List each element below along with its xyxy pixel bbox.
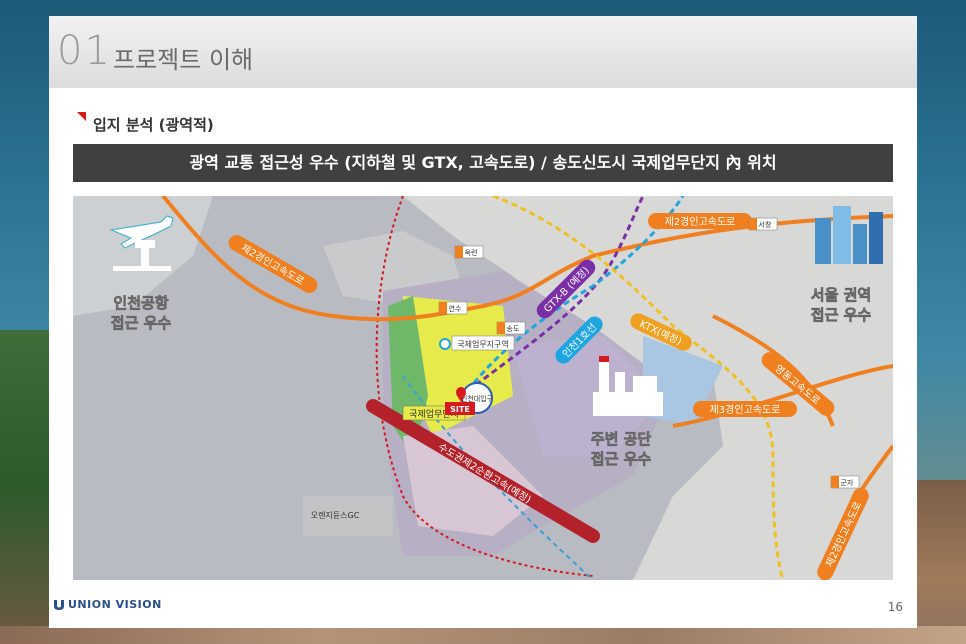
- seoul-callout-line2: 접근 우수: [811, 306, 872, 324]
- industrial-callout-line1: 주변 공단: [591, 430, 652, 448]
- expressway-2-top-pill: 제2경인고속도로: [648, 213, 752, 229]
- section-number: 01: [57, 28, 112, 74]
- ic-label-5: 군자: [841, 478, 854, 487]
- univ-station-label: 인천대입구: [461, 394, 494, 403]
- location-map: 수도권제2순환고속(예정) 제2경인고속도로 제2경인고속도로 제3경인고속도로…: [73, 196, 893, 580]
- industrial-callout-line2: 접근 우수: [591, 450, 652, 468]
- subtitle-marker-icon: [77, 112, 86, 121]
- airport-callout-line1: 인천공항: [113, 294, 168, 312]
- map-svg: 수도권제2순환고속(예정) 제2경인고속도로 제2경인고속도로 제3경인고속도로…: [73, 196, 893, 580]
- background-ground: [0, 626, 966, 644]
- ic-label-2: 연수: [449, 305, 462, 313]
- company-logo-text: UNION VISION: [68, 598, 162, 611]
- union-logo-icon: [54, 599, 64, 610]
- ic-marker-4: 서창: [748, 217, 778, 231]
- ic-marker-2: 연수: [438, 301, 468, 315]
- ic-marker-5: 군자: [830, 475, 860, 489]
- airport-callout-line2: 접근 우수: [111, 314, 172, 332]
- ibd-station-label: 국제업무지구역: [457, 339, 509, 349]
- golf-label: 오렌지듄스GC: [311, 510, 360, 520]
- ic-marker-1: 옥련: [454, 245, 484, 259]
- ic-label-3: 송도: [507, 325, 520, 333]
- ic-marker-3: 송도: [496, 321, 526, 335]
- site-label: SITE: [450, 405, 470, 414]
- headline-banner: 광역 교통 접근성 우수 (지하철 및 GTX, 고속도로) / 송도신도시 국…: [73, 144, 893, 182]
- subtitle: 입지 분석 (광역적): [93, 116, 214, 134]
- slide-header: 01 프로젝트 이해: [49, 16, 917, 88]
- ic-label-1: 옥련: [465, 248, 478, 257]
- expressway-2-top-label: 제2경인고속도로: [665, 215, 736, 228]
- company-logo: UNION VISION: [53, 598, 162, 611]
- slide: 01 프로젝트 이해 입지 분석 (광역적) 광역 교통 접근성 우수 (지하철…: [49, 16, 917, 628]
- seoul-callout-line1: 서울 권역: [811, 286, 871, 304]
- section-title: 프로젝트 이해: [113, 46, 254, 74]
- expressway-3-pill: 제3경인고속도로: [693, 401, 797, 417]
- expressway-3-label: 제3경인고속도로: [710, 403, 781, 416]
- ic-label-4: 서창: [759, 220, 772, 229]
- page-number: 16: [887, 600, 903, 614]
